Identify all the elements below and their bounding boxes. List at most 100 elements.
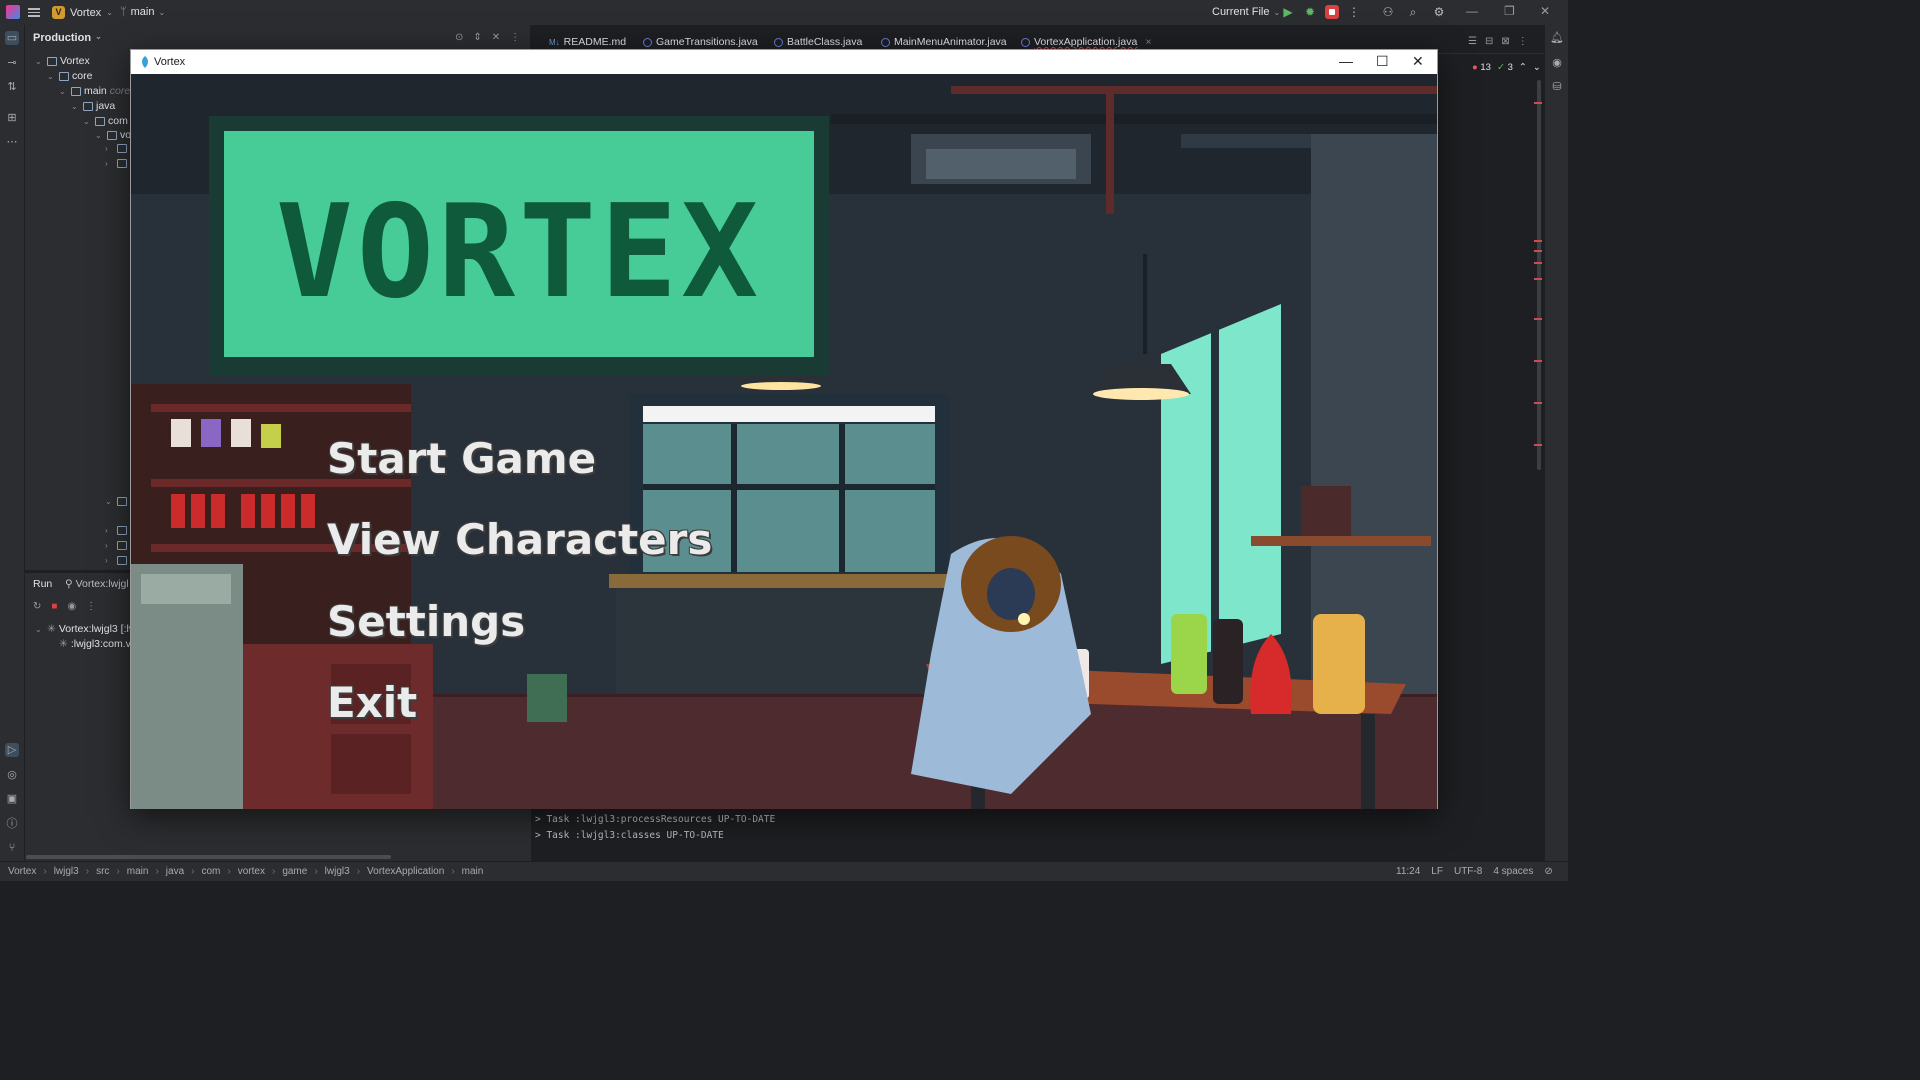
- horizontal-scrollbar[interactable]: [26, 855, 391, 859]
- tree-item[interactable]: ⌄ vor: [95, 129, 135, 141]
- breadcrumb-item[interactable]: lwjgl3: [54, 866, 79, 877]
- maximize-icon[interactable]: ☐: [1376, 53, 1389, 70]
- breadcrumb-item[interactable]: vortex: [238, 866, 265, 877]
- services-icon[interactable]: ◎: [5, 768, 19, 782]
- collapse-icon[interactable]: ✕: [492, 32, 500, 43]
- breadcrumb-item[interactable]: main: [127, 866, 149, 877]
- project-panel-header[interactable]: Production ⌄: [33, 32, 102, 44]
- options-icon[interactable]: ⋮: [510, 32, 520, 43]
- run-config-selector[interactable]: Current File ⌄: [1212, 6, 1280, 18]
- editor-scrollbar[interactable]: [1537, 80, 1541, 470]
- split-icon[interactable]: ⊟: [1485, 36, 1493, 47]
- error-marker[interactable]: [1534, 318, 1542, 320]
- tree-item[interactable]: ⌄ Vortex: [35, 55, 90, 67]
- tree-item[interactable]: ⌄ core: [47, 70, 92, 82]
- breadcrumb-item[interactable]: Vortex: [8, 866, 36, 877]
- close-tab-icon[interactable]: ×: [1145, 36, 1151, 48]
- more-tools-icon[interactable]: ⋯: [5, 135, 19, 149]
- run-icon[interactable]: ▶: [1281, 5, 1295, 19]
- breadcrumb-item[interactable]: com: [201, 866, 220, 877]
- breadcrumb-item[interactable]: main: [462, 866, 484, 877]
- line-separator[interactable]: LF: [1431, 866, 1443, 877]
- chevron-down-icon: ⌄: [106, 8, 113, 17]
- start-game-button[interactable]: Start Game: [327, 434, 596, 483]
- database-icon[interactable]: ⛁: [1550, 80, 1564, 94]
- more-icon[interactable]: ⋮: [1347, 5, 1361, 19]
- settings-gear-icon[interactable]: ⚙: [1432, 5, 1446, 19]
- caret-position[interactable]: 11:24: [1396, 866, 1420, 877]
- tab-battle-class[interactable]: BattleClass.java: [774, 36, 862, 48]
- ide-minimize-icon[interactable]: —: [1466, 4, 1478, 18]
- options-icon[interactable]: ⋮: [1518, 36, 1528, 47]
- settings-button[interactable]: Settings: [327, 597, 525, 646]
- stop-button[interactable]: [1325, 5, 1339, 19]
- breadcrumb-item[interactable]: lwjgl3: [325, 866, 350, 877]
- tree-item[interactable]: ⌄ main core/: [59, 85, 133, 97]
- tab-main-menu-animator[interactable]: MainMenuAnimator.java: [881, 36, 1007, 48]
- breadcrumb-item[interactable]: game: [282, 866, 307, 877]
- run-config-tab[interactable]: ⚲ Vortex:lwjgl: [65, 578, 129, 590]
- inspection-widget[interactable]: ● 13 ✓ 3 ⌃ ⌄: [1472, 62, 1541, 73]
- project-selector[interactable]: V Vortex ⌄: [52, 6, 113, 19]
- tree-item[interactable]: ›: [105, 159, 127, 168]
- notifications-icon[interactable]: 🔔︎: [1550, 31, 1564, 45]
- tree-item[interactable]: ›: [105, 526, 127, 535]
- locate-icon[interactable]: ⊙: [455, 32, 463, 43]
- lock-icon[interactable]: ⊘: [1544, 866, 1552, 877]
- expand-icon[interactable]: ⇕: [473, 32, 481, 43]
- rerun-icon[interactable]: ↻: [33, 601, 41, 612]
- tab-readme[interactable]: M↓ README.md: [549, 36, 626, 48]
- error-marker[interactable]: [1534, 250, 1542, 252]
- run-tool-icon[interactable]: ▷: [5, 743, 19, 757]
- run-tab[interactable]: Run: [33, 578, 52, 590]
- indent-setting[interactable]: 4 spaces: [1493, 866, 1533, 877]
- ai-assistant-icon[interactable]: ◉: [1550, 56, 1564, 70]
- add-user-icon[interactable]: ⚇: [1381, 5, 1395, 19]
- run-tree-item[interactable]: ✳:lwjgl3:com.vo: [59, 638, 137, 650]
- terminal-icon[interactable]: ▣: [5, 792, 19, 806]
- problems-icon[interactable]: ⓘ: [5, 817, 19, 831]
- run-tree-item[interactable]: ⌄ ✳ Vortex:lwjgl3 [:lv: [35, 623, 134, 635]
- tab-game-transitions[interactable]: GameTransitions.java: [643, 36, 758, 48]
- preview-icon[interactable]: ⊠: [1501, 36, 1509, 47]
- breadcrumb-item[interactable]: VortexApplication: [367, 866, 444, 877]
- error-marker[interactable]: [1534, 240, 1542, 242]
- ide-restore-icon[interactable]: ❐: [1504, 4, 1515, 18]
- commit-icon[interactable]: ⊸: [5, 56, 19, 70]
- chevron-down-icon[interactable]: ⌄: [1533, 62, 1541, 73]
- chevron-up-icon[interactable]: ⌃: [1519, 62, 1527, 73]
- stop-icon[interactable]: ■: [51, 601, 57, 612]
- markdown-icon: M↓: [549, 37, 560, 47]
- main-menu-icon[interactable]: [28, 6, 40, 18]
- error-marker[interactable]: [1534, 262, 1542, 264]
- git-icon[interactable]: ⑂: [5, 841, 19, 855]
- tree-item[interactable]: ›: [105, 541, 127, 550]
- debug-icon[interactable]: ✹: [1303, 5, 1317, 19]
- branch-selector[interactable]: ᛘ main ⌄: [120, 6, 165, 18]
- view-characters-button[interactable]: View Characters: [327, 515, 712, 564]
- tree-item[interactable]: ⌄: [105, 497, 127, 506]
- file-encoding[interactable]: UTF-8: [1454, 866, 1482, 877]
- tree-item[interactable]: ›: [105, 556, 127, 565]
- close-icon[interactable]: ✕: [1412, 53, 1424, 70]
- structure-icon[interactable]: ⊞: [5, 111, 19, 125]
- error-marker[interactable]: [1534, 360, 1542, 362]
- error-marker[interactable]: [1534, 444, 1542, 446]
- project-tool-icon[interactable]: ▭: [5, 31, 19, 45]
- search-icon[interactable]: ⌕: [1406, 5, 1420, 19]
- breadcrumb-item[interactable]: src: [96, 866, 109, 877]
- error-marker[interactable]: [1534, 402, 1542, 404]
- options-icon[interactable]: ⋮: [86, 601, 96, 612]
- minimize-icon[interactable]: —: [1339, 53, 1353, 69]
- error-marker[interactable]: [1534, 102, 1542, 104]
- view-icon[interactable]: ◉: [67, 601, 76, 612]
- error-marker[interactable]: [1534, 278, 1542, 280]
- tree-item[interactable]: ⌄ java: [71, 100, 115, 112]
- tree-item[interactable]: ⌄ com: [83, 115, 128, 127]
- pull-requests-icon[interactable]: ⇅: [5, 80, 19, 94]
- breadcrumb-item[interactable]: java: [166, 866, 184, 877]
- tree-item[interactable]: ›: [105, 144, 127, 153]
- recent-files-icon[interactable]: ☰: [1468, 36, 1477, 47]
- exit-button[interactable]: Exit: [327, 678, 417, 727]
- ide-close-icon[interactable]: ✕: [1540, 4, 1550, 18]
